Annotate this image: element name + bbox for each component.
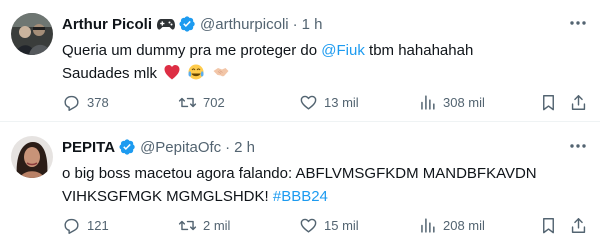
repost-button[interactable]: 702 <box>178 90 225 114</box>
reply-icon <box>64 95 79 111</box>
more-options-icon[interactable] <box>568 15 588 31</box>
tweet-text: o big boss macetou agora falando: ABFLVM… <box>62 162 586 208</box>
separator-dot: · <box>225 138 231 156</box>
separator-dot: · <box>292 15 298 33</box>
verified-badge-icon[interactable] <box>118 138 136 156</box>
like-count: 15 mil <box>324 217 359 233</box>
views-button[interactable]: 208 mil <box>418 213 485 237</box>
avatar-image <box>11 136 53 178</box>
repost-count: 2 mil <box>203 217 231 233</box>
tweet-actions: 121 2 mil 15 mil 208 mil <box>62 213 588 237</box>
reply-count: 378 <box>87 94 109 110</box>
views-count: 208 mil <box>443 217 485 233</box>
share-button[interactable] <box>569 213 588 237</box>
reply-button[interactable]: 378 <box>62 90 109 114</box>
text-segment: Queria um dummy pra me proteger do <box>62 42 322 59</box>
bookmark-icon <box>543 217 554 233</box>
text-segment: tbm hahahahah <box>364 42 474 59</box>
heart-icon <box>300 218 317 233</box>
bookmark-button[interactable] <box>539 213 558 237</box>
timestamp[interactable]: 1 h <box>302 16 323 33</box>
avatar-image <box>11 13 53 55</box>
text-segment: o big boss macetou agora falando: ABFLVM… <box>62 165 537 182</box>
repost-icon <box>178 220 197 230</box>
tweet-header: Arthur Picoli @arthurpicoli · 1 h <box>62 14 560 34</box>
handshake-emoji <box>213 68 229 77</box>
views-button[interactable]: 308 mil <box>418 90 485 114</box>
reply-button[interactable]: 121 <box>62 213 109 237</box>
verified-badge-icon[interactable] <box>178 15 196 33</box>
timeline-feed: Arthur Picoli @arthurpicoli · 1 h Queria… <box>0 0 600 244</box>
like-count: 13 mil <box>324 94 359 110</box>
tears-of-joy-emoji <box>188 64 204 80</box>
tweet-actions: 378 702 13 mil 308 mil <box>62 90 588 114</box>
bookmark-button[interactable] <box>539 90 558 114</box>
display-name[interactable]: Arthur Picoli <box>62 16 152 33</box>
share-icon <box>571 94 586 110</box>
reply-count: 121 <box>87 217 109 233</box>
bookmark-icon <box>543 94 554 110</box>
tweet-text: Queria um dummy pra me proteger do @Fiuk… <box>62 39 586 85</box>
text-segment: Saudades mlk <box>62 65 158 82</box>
game-controller-icon <box>157 19 176 30</box>
analytics-icon <box>421 217 435 233</box>
like-button[interactable]: 13 mil <box>299 90 359 114</box>
like-button[interactable]: 15 mil <box>299 213 359 237</box>
share-button[interactable] <box>569 90 588 114</box>
share-icon <box>571 217 586 233</box>
timestamp[interactable]: 2 h <box>234 139 255 156</box>
heart-icon <box>300 95 317 110</box>
more-options-icon[interactable] <box>568 138 588 154</box>
display-name[interactable]: PEPITA <box>62 139 115 156</box>
repost-button[interactable]: 2 mil <box>178 213 230 237</box>
tweet[interactable]: PEPITA @PepitaOfc · 2 h o big boss macet… <box>0 123 600 244</box>
avatar[interactable] <box>11 13 53 55</box>
tweet-header: PEPITA @PepitaOfc · 2 h <box>62 137 560 157</box>
repost-icon <box>178 97 197 107</box>
avatar[interactable] <box>11 136 53 178</box>
views-count: 308 mil <box>443 94 485 110</box>
red-heart-emoji <box>164 65 180 80</box>
mention-link[interactable]: @Fiuk <box>321 42 365 59</box>
handle[interactable]: @PepitaOfc <box>140 139 221 156</box>
analytics-icon <box>421 94 435 110</box>
handle[interactable]: @arthurpicoli <box>200 16 289 33</box>
reply-icon <box>64 218 79 234</box>
tweet[interactable]: Arthur Picoli @arthurpicoli · 1 h Queria… <box>0 0 600 122</box>
hashtag-link[interactable]: #BBB24 <box>273 188 328 205</box>
text-segment: VIHKSGFMGK MGMGLSHDK! <box>62 188 273 205</box>
repost-count: 702 <box>203 94 225 110</box>
